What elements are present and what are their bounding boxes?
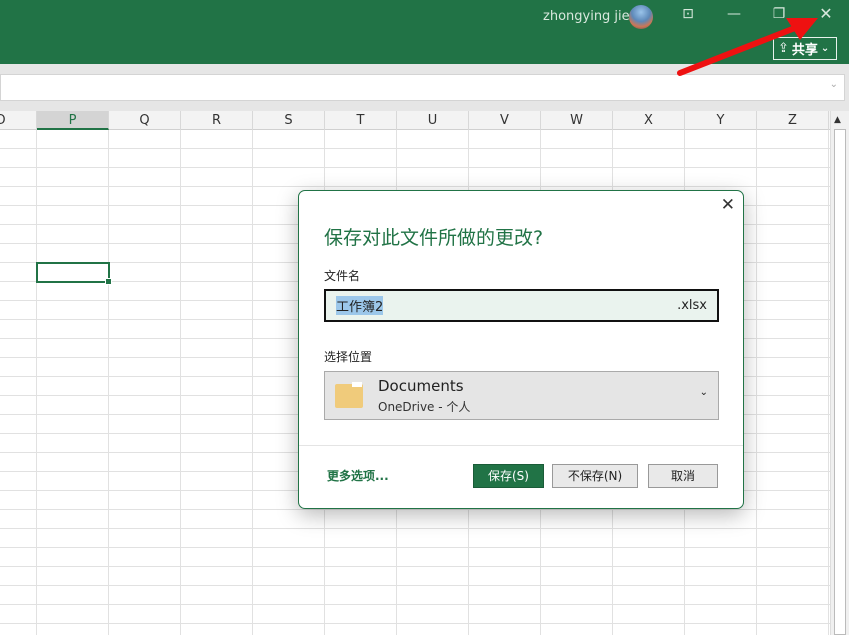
ribbon-display-icon[interactable]: ⊡ [678,6,698,22]
column-header-s[interactable]: S [253,111,325,130]
save-button[interactable]: 保存(S) [473,464,544,488]
folder-icon [335,382,363,408]
column-header-q[interactable]: Q [109,111,181,130]
location-name: Documents [378,377,464,395]
share-button[interactable]: ⇪ 共享 ⌄ [773,37,837,60]
location-sub: OneDrive - 个人 [378,400,471,414]
scroll-up-icon[interactable]: ▲ [834,115,841,125]
gridline [756,130,757,635]
column-headers: OPQRSTUVWXYZ [0,111,830,130]
dialog-title: 保存对此文件所做的更改? [324,227,544,249]
formula-bar: ⌄ [0,64,849,111]
chevron-down-icon: ⌄ [699,387,708,398]
title-bar: zhongying jie ⊡ — ❐ ✕ ⇪ 共享 ⌄ [0,0,849,64]
selected-cell[interactable] [36,262,112,285]
share-label: 共享 [791,43,818,58]
cancel-button[interactable]: 取消 [648,464,718,488]
divider [299,445,743,446]
gridline [180,130,181,635]
column-header-r[interactable]: R [181,111,253,130]
avatar[interactable] [629,5,653,29]
filename-input[interactable]: 工作簿2 .xlsx [324,289,719,322]
column-header-w[interactable]: W [541,111,613,130]
file-extension: .xlsx [677,298,707,313]
gridline [252,130,253,635]
column-header-y[interactable]: Y [685,111,757,130]
minimize-button[interactable]: — [724,6,744,22]
scroll-thumb[interactable] [834,129,846,635]
column-header-o[interactable]: O [0,111,37,130]
column-header-v[interactable]: V [469,111,541,130]
share-icon: ⇪ [778,41,789,56]
close-dialog-button[interactable]: ✕ [721,195,735,215]
filename-label: 文件名 [324,269,361,283]
location-dropdown[interactable]: Documents OneDrive - 个人 ⌄ [324,371,719,420]
close-window-button[interactable]: ✕ [816,4,836,23]
filename-value: 工作簿2 [336,296,384,315]
column-header-x[interactable]: X [613,111,685,130]
more-options-link[interactable]: 更多选项... [327,467,389,484]
column-header-t[interactable]: T [325,111,397,130]
gridline [828,130,829,635]
column-header-p[interactable]: P [37,111,109,130]
expand-icon[interactable]: ⌄ [830,79,838,90]
column-header-z[interactable]: Z [757,111,829,130]
dont-save-button[interactable]: 不保存(N) [552,464,638,488]
gridline [36,130,37,635]
formula-input[interactable]: ⌄ [0,74,845,101]
column-header-u[interactable]: U [397,111,469,130]
user-name[interactable]: zhongying jie [543,9,630,24]
save-changes-dialog: ✕ 保存对此文件所做的更改? 文件名 工作簿2 .xlsx 选择位置 Docum… [298,190,744,509]
chevron-down-icon: ⌄ [820,43,830,54]
gridline [108,130,109,635]
vertical-scrollbar[interactable]: ▲ [830,111,849,635]
location-label: 选择位置 [324,350,373,364]
restore-button[interactable]: ❐ [769,6,789,22]
